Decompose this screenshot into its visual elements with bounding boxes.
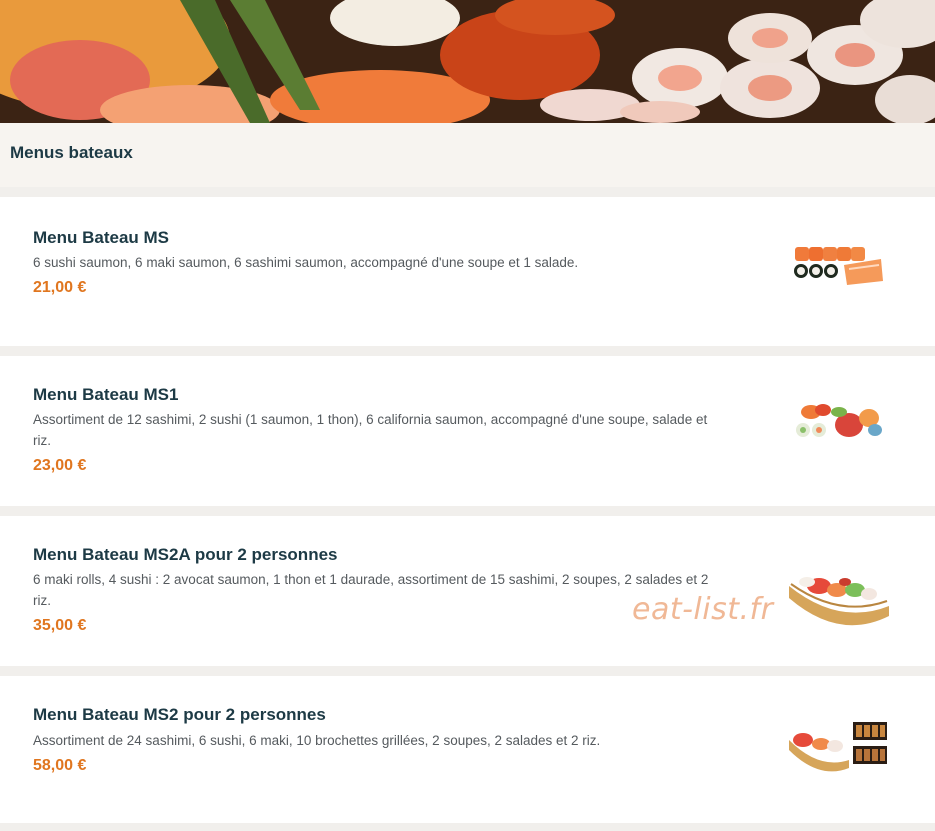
sushi-boat-photo-thumbnail	[789, 700, 889, 790]
sushi-photo-thumbnail	[789, 380, 889, 470]
item-name: Menu Bateau MS2A pour 2 personnes	[33, 545, 338, 564]
item-name: Menu Bateau MS1	[33, 385, 179, 404]
section-header: Menus bateaux	[0, 123, 935, 187]
item-description: Assortiment de 12 sashimi, 2 sushi (1 sa…	[33, 412, 708, 448]
item-price: 58,00 €	[33, 757, 87, 774]
item-name: Menu Bateau MS2 pour 2 personnes	[33, 705, 326, 724]
sushi-photo-thumbnail	[789, 225, 889, 315]
hero-banner-image	[0, 0, 935, 123]
item-name: Menu Bateau MS	[33, 228, 170, 247]
item-description: 6 sushi saumon, 6 maki saumon, 6 sashimi…	[33, 255, 579, 270]
sushi-boat-photo-thumbnail	[789, 546, 889, 636]
menu-item-card[interactable]: Menu Bateau MS1 Assortiment de 12 sashim…	[0, 356, 935, 506]
menu-item-card[interactable]: Menu Bateau MS2 pour 2 personnes Assorti…	[0, 676, 935, 823]
item-description: Assortiment de 24 sashimi, 6 sushi, 6 ma…	[33, 733, 601, 748]
watermark-text: eat-list.fr	[632, 592, 774, 627]
item-price: 35,00 €	[33, 617, 87, 634]
item-description: 6 maki rolls, 4 sushi : 2 avocat saumon,…	[33, 572, 709, 608]
item-price: 21,00 €	[33, 279, 87, 296]
section-title: Menus bateaux	[10, 143, 133, 162]
menu-item-card[interactable]: Menu Bateau MS 6 sushi saumon, 6 maki sa…	[0, 197, 935, 346]
menu-item-card[interactable]: Menu Bateau MS2A pour 2 personnes 6 maki…	[0, 516, 935, 666]
item-price: 23,00 €	[33, 457, 87, 474]
